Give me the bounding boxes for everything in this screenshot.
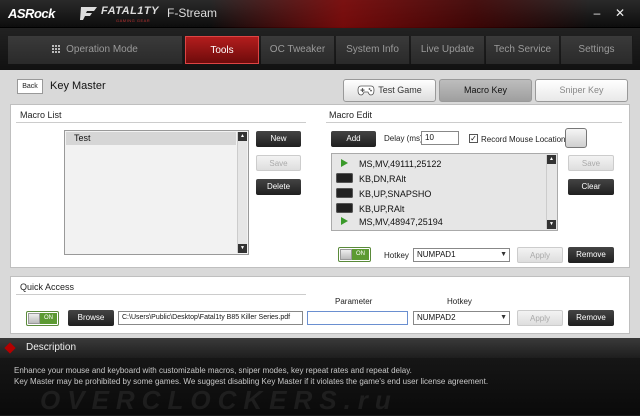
record-mouse-label: Record Mouse Location bbox=[481, 135, 566, 144]
scroll-up-icon[interactable]: ▲ bbox=[547, 155, 556, 164]
scroll-down-icon[interactable]: ▼ bbox=[547, 220, 556, 229]
mouse-move-icon bbox=[341, 217, 348, 225]
toggle-on-label: ON bbox=[352, 249, 369, 260]
parameter-label: Parameter bbox=[335, 297, 373, 306]
gamepad-icon bbox=[357, 85, 375, 96]
tab-operation-mode[interactable]: Operation Mode bbox=[8, 36, 183, 64]
fatality-logo-icon bbox=[80, 7, 97, 20]
parameter-input[interactable] bbox=[307, 311, 408, 325]
description-title: Description bbox=[26, 342, 77, 353]
program-path-input[interactable]: C:\Users\Public\Desktop\Fatal1ty B85 Kil… bbox=[118, 311, 303, 325]
tab-label: Tech Service bbox=[493, 44, 552, 55]
toggle-knob bbox=[340, 249, 352, 260]
macro-steps-scrollbar[interactable]: ▲ ▼ bbox=[546, 155, 556, 229]
tab-label: Settings bbox=[578, 44, 615, 55]
quick-access-toggle[interactable]: ON bbox=[26, 311, 59, 326]
close-button[interactable]: ✕ bbox=[612, 6, 628, 20]
tab-label: Live Update bbox=[420, 44, 475, 55]
title-bar: ASRock FATAL1TY GAMING GEAR F-Stream – ✕ bbox=[0, 0, 640, 28]
hotkey-value: NUMPAD2 bbox=[417, 313, 456, 322]
step-text: MS,MV,49111,25122 bbox=[359, 159, 442, 169]
scroll-down-icon[interactable]: ▼ bbox=[238, 244, 247, 253]
tab-oc-tweaker[interactable]: OC Tweaker bbox=[261, 36, 335, 64]
toggle-on-label: ON bbox=[40, 313, 57, 324]
tab-settings[interactable]: Settings bbox=[561, 36, 633, 64]
tab-tech-service[interactable]: Tech Service bbox=[486, 36, 560, 64]
step-text: KB,UP,SNAPSHO bbox=[359, 189, 432, 199]
save-step-button[interactable]: Save bbox=[568, 155, 614, 171]
record-mouse-checkbox[interactable]: ✓ bbox=[469, 134, 478, 143]
toggle-knob bbox=[28, 313, 40, 324]
step-text: KB,DN,RAlt bbox=[359, 174, 407, 184]
tab-tools[interactable]: Tools bbox=[185, 36, 259, 64]
description-header: Description bbox=[0, 338, 640, 358]
list-item[interactable]: Test bbox=[66, 132, 236, 145]
hotkey-label: Hotkey bbox=[384, 251, 409, 260]
step-text: KB,UP,RAlt bbox=[359, 204, 405, 214]
test-game-label: Test Game bbox=[378, 85, 422, 95]
list-item[interactable]: KB,UP,SNAPSHO bbox=[336, 187, 431, 201]
apply-quick-access-button[interactable]: Apply bbox=[517, 310, 563, 326]
remove-quick-access-button[interactable]: Remove bbox=[568, 310, 614, 326]
clear-steps-button[interactable]: Clear bbox=[568, 179, 614, 195]
tab-live-update[interactable]: Live Update bbox=[411, 36, 485, 64]
macro-list-title: Macro List bbox=[20, 110, 62, 120]
macro-hotkey-select[interactable]: NUMPAD1 ▼ bbox=[413, 248, 510, 262]
macro-list-box[interactable]: Test ▲ ▼ bbox=[64, 130, 249, 255]
quick-access-rule bbox=[16, 294, 306, 295]
description-line-1: Enhance your mouse and keyboard with cus… bbox=[14, 366, 412, 375]
macro-toggle[interactable]: ON bbox=[338, 247, 371, 262]
add-step-button[interactable]: Add bbox=[331, 131, 376, 147]
chevron-down-icon: ▼ bbox=[500, 314, 507, 321]
macro-edit-rule bbox=[326, 122, 622, 123]
tab-label: Tools bbox=[210, 45, 234, 56]
hotkey-value: NUMPAD1 bbox=[417, 250, 456, 259]
remove-macro-button[interactable]: Remove bbox=[568, 247, 614, 263]
diamond-icon bbox=[4, 342, 16, 354]
minimize-button[interactable]: – bbox=[589, 6, 605, 20]
tab-label: System Info bbox=[346, 44, 399, 55]
keyboard-icon bbox=[336, 188, 353, 198]
macro-edit-title: Macro Edit bbox=[329, 110, 373, 120]
list-item[interactable]: MS,MV,49111,25122 bbox=[336, 157, 441, 171]
keyboard-icon bbox=[336, 173, 353, 183]
macro-key-button[interactable]: Macro Key bbox=[439, 79, 532, 102]
mouse-move-icon bbox=[341, 159, 348, 167]
color-swatch[interactable] bbox=[565, 128, 587, 148]
macro-list-rule bbox=[16, 122, 306, 123]
app-title: F-Stream bbox=[167, 6, 218, 20]
sniper-key-button[interactable]: Sniper Key bbox=[535, 79, 628, 102]
test-game-button[interactable]: Test Game bbox=[343, 79, 436, 102]
save-macro-button[interactable]: Save bbox=[256, 155, 301, 171]
delay-label: Delay (ms) bbox=[384, 134, 423, 143]
list-item[interactable]: KB,DN,RAlt bbox=[336, 172, 406, 186]
chevron-down-icon: ▼ bbox=[500, 251, 507, 258]
tab-system-info[interactable]: System Info bbox=[336, 36, 410, 64]
keyboard-icon bbox=[336, 203, 353, 213]
title-glow bbox=[210, 0, 590, 28]
quick-access-title: Quick Access bbox=[20, 282, 75, 292]
apply-macro-button[interactable]: Apply bbox=[517, 247, 563, 263]
page-title: Key Master bbox=[50, 80, 106, 92]
list-item[interactable]: KB,UP,RAlt bbox=[336, 202, 404, 216]
grid-icon bbox=[52, 45, 61, 53]
watermark: OVERCLOCKERS.ru bbox=[40, 385, 398, 415]
scroll-up-icon[interactable]: ▲ bbox=[238, 132, 247, 141]
back-button[interactable]: Back bbox=[17, 79, 43, 94]
browse-button[interactable]: Browse bbox=[68, 310, 114, 326]
qa-hotkey-label: Hotkey bbox=[447, 297, 472, 306]
macro-list-scrollbar[interactable]: ▲ ▼ bbox=[237, 132, 247, 253]
delete-macro-button[interactable]: Delete bbox=[256, 179, 301, 195]
step-text: MS,MV,48947,25194 bbox=[359, 217, 443, 227]
asrock-logo: ASRock bbox=[8, 6, 55, 21]
tab-label: Operation Mode bbox=[66, 44, 138, 55]
qa-hotkey-select[interactable]: NUMPAD2 ▼ bbox=[413, 311, 510, 325]
fatality-wordmark: FATAL1TY bbox=[101, 5, 159, 17]
macro-steps-list[interactable]: MS,MV,49111,25122 KB,DN,RAlt KB,UP,SNAPS… bbox=[331, 153, 558, 231]
fatality-subtitle: GAMING GEAR bbox=[116, 18, 151, 23]
tab-label: OC Tweaker bbox=[269, 44, 326, 55]
delay-input[interactable]: 10 bbox=[421, 131, 459, 145]
list-item[interactable]: MS,MV,48947,25194 bbox=[336, 215, 443, 229]
new-macro-button[interactable]: New bbox=[256, 131, 301, 147]
